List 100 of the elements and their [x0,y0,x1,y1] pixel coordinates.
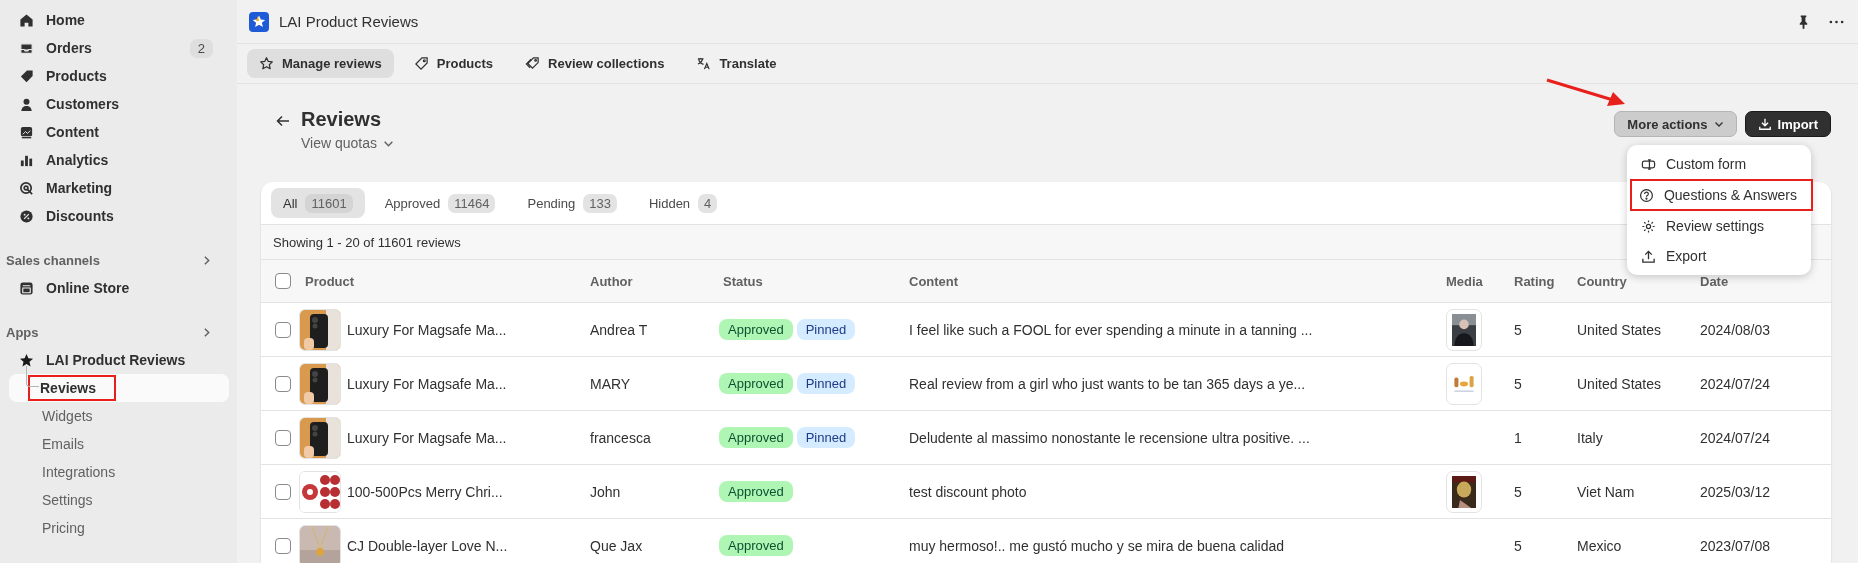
tag-icon [19,68,34,84]
column-header: Rating [1514,273,1555,289]
chevron-down-icon [1713,119,1724,129]
column-header: Status [723,273,763,289]
nav-tab[interactable]: Manage reviews [247,49,394,78]
product-name[interactable]: CJ Double-layer Love N... [347,537,508,554]
app-title: LAI Product Reviews [279,13,419,30]
sidebar-item[interactable]: Discounts [6,202,229,230]
table-cell: United States [1577,375,1662,392]
tags-icon [525,56,541,71]
inbox-icon [19,40,34,56]
media-thumbnail[interactable] [1446,470,1482,513]
settings-icon [1641,218,1656,234]
column-header: Content [909,273,959,289]
more-icon[interactable] [1829,19,1844,24]
more-actions-button[interactable]: More actions [1614,111,1737,137]
nav-tab[interactable]: Products [401,49,506,78]
sidebar-label: Settings [41,492,93,508]
sidebar-subitem[interactable]: Emails [9,430,229,458]
product-name[interactable]: Luxury For Magsafe Ma... [347,321,507,338]
sidebar-item[interactable]: Online Store [6,274,229,302]
menu-item[interactable]: Custom form [1627,149,1811,179]
column-header: Product [305,273,355,289]
table-cell: Real review from a girl who just wants to be tan 365 days a ye... [909,375,1306,392]
status-badge: Pinned [796,373,856,394]
sidebar-item[interactable]: Home [6,6,229,34]
column-header: Date [1700,273,1729,289]
star-icon [259,56,274,71]
section-heading: Apps [6,324,39,340]
sidebar-subitem[interactable]: Pricing [9,514,229,542]
checkbox[interactable] [275,483,291,500]
checkbox[interactable] [275,321,291,338]
table-cell: 2024/07/24 [1700,429,1771,446]
upload-icon [1641,248,1656,264]
table-cell: 5 [1514,483,1522,500]
checkbox[interactable] [275,537,291,554]
filter-tab[interactable]: Pending 133 [515,188,629,218]
image-icon [19,124,34,140]
home-icon [19,12,34,28]
status-badge: Approved [719,427,793,448]
result-count: Showing 1 - 20 of 11601 reviews [273,234,461,250]
table-cell: 5 [1514,321,1522,338]
back-arrow-icon[interactable] [275,113,291,129]
sidebar-item[interactable]: Customers [6,90,229,118]
sidebar-subitem[interactable]: Integrations [9,458,229,486]
media-thumbnail[interactable] [1446,308,1482,351]
sidebar-item[interactable]: Products [6,62,229,90]
checkbox[interactable] [275,273,291,289]
sidebar-label: Widgets [41,408,93,424]
form-icon [1641,156,1656,172]
table-cell: Andrea T [590,321,648,338]
table-cell: John [590,483,621,500]
table-cell: United States [1577,321,1662,338]
status-badge: Pinned [796,427,856,448]
table-cell: muy hermoso!.. me gustó mucho y se mira de buena calidad [909,537,1285,554]
sidebar-label: Integrations [41,464,116,480]
sidebar-label: Emails [41,436,84,452]
menu-item[interactable]: Questions & Answers [1632,181,1811,209]
app-logo-icon [249,11,269,32]
table-cell: MARY [590,375,631,392]
product-name[interactable]: 100-500Pcs Merry Chri... [347,483,503,500]
sidebar-item[interactable]: Content [6,118,229,146]
view-quotas-dropdown[interactable]: View quotas [301,135,394,151]
table-cell: 5 [1514,375,1522,392]
store-icon [19,280,34,296]
filter-tab[interactable]: Approved 11464 [372,188,508,218]
status-badge: Approved [719,319,793,340]
table-cell: test discount photo [909,483,1027,500]
discount-icon [19,208,34,224]
product-name[interactable]: Luxury For Magsafe Ma... [347,375,507,392]
column-header: Country [1577,273,1627,289]
sidebar-subitem[interactable]: Settings [9,486,229,514]
table-cell: 5 [1514,537,1522,554]
sidebar-label: Pricing [41,520,85,536]
sidebar-item[interactable]: Orders 2 [6,34,229,62]
table-cell: Deludente al massimo nonostante le recensione ultra positive. ... [909,429,1310,446]
filter-tab[interactable]: Hidden 4 [636,188,730,218]
checkbox[interactable] [275,375,291,392]
download-icon [1757,117,1772,131]
media-thumbnail[interactable] [1446,362,1482,405]
star-icon [19,352,34,368]
sidebar-label: Reviews [40,380,97,396]
product-name[interactable]: Luxury For Magsafe Ma... [347,429,507,446]
status-badge: Approved [719,481,793,502]
target-icon [19,180,34,196]
sidebar-subitem[interactable]: Reviews [9,374,229,402]
sidebar-item[interactable]: Analytics [6,146,229,174]
sidebar-item[interactable]: Marketing [6,174,229,202]
page-title: Reviews [301,108,383,131]
sidebar-subitem[interactable]: Widgets [9,402,229,430]
checkbox[interactable] [275,429,291,446]
import-button[interactable]: Import [1744,111,1831,137]
menu-item[interactable]: Export [1627,241,1811,271]
table-cell: 2024/08/03 [1700,321,1771,338]
person-icon [19,96,34,112]
menu-item[interactable]: Review settings [1627,211,1811,241]
sidebar-item[interactable]: LAI Product Reviews [6,346,229,374]
nav-tab[interactable]: Translate [684,49,789,78]
filter-tab[interactable]: All 11601 [271,188,365,218]
nav-tab[interactable]: Review collections [513,49,677,78]
